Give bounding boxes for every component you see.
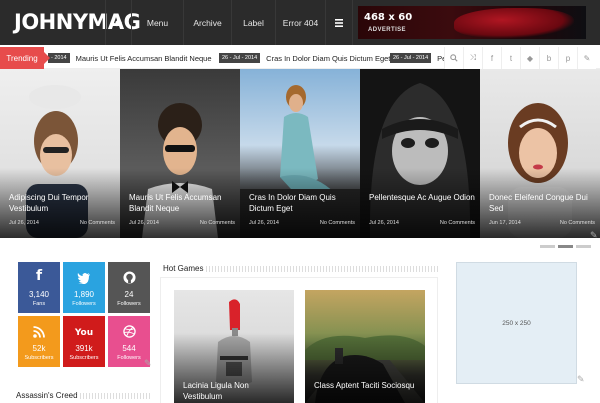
counter-label: Fans bbox=[32, 301, 46, 307]
slide-meta: Jul 26, 2014 No Comments bbox=[369, 220, 475, 226]
slide-meta: Jun 17, 2014 No Comments bbox=[489, 220, 595, 226]
ticker-date: 26 - Jul - 2014 bbox=[390, 53, 432, 63]
ticker-item[interactable]: - 2014 Mauris Ut Felis Accumsan Blandit … bbox=[48, 47, 212, 69]
slide-title[interactable]: Mauris Ut Felis Accumsan Blandit Neque bbox=[129, 192, 235, 214]
title-divider bbox=[206, 266, 438, 272]
edit-icon[interactable]: ✎ bbox=[577, 47, 596, 69]
github-icon bbox=[108, 262, 150, 284]
trending-ticker: - 2014 Mauris Ut Felis Accumsan Blandit … bbox=[0, 47, 600, 69]
slide[interactable]: Adipiscing Dui Tempor Vestibulum Jul 26,… bbox=[0, 69, 120, 238]
slide-date: Jun 17, 2014 bbox=[489, 220, 521, 226]
menu-grid-icon[interactable] bbox=[325, 0, 353, 45]
wrench-icon[interactable]: ✎ bbox=[590, 230, 598, 241]
title-divider bbox=[80, 393, 152, 399]
main-nav: Menu Archive Label Error 404 bbox=[105, 0, 353, 45]
facebook-icon[interactable]: f bbox=[482, 47, 501, 69]
counter-label: Subscribers bbox=[69, 355, 99, 361]
ticker-title: Mauris Ut Felis Accumsan Blandit Neque bbox=[75, 53, 212, 63]
hot-games-title: Hot Games bbox=[163, 264, 204, 273]
sidebar-ad-250[interactable]: 250 x 250 bbox=[456, 262, 577, 384]
hot-game-card[interactable]: Class Aptent Taciti Sociosqu bbox=[305, 290, 425, 403]
slide-comments[interactable]: No Comments bbox=[80, 220, 115, 226]
twitter-icon[interactable]: t bbox=[501, 47, 520, 69]
twitter-icon bbox=[63, 262, 105, 284]
counter-label: Followers bbox=[72, 301, 96, 307]
ticker-item[interactable]: 26 - Jul - 2014 Cras In Dolor Diam Quis … bbox=[219, 47, 390, 69]
page: JOHNYMAG Menu Archive Label Error 404 46… bbox=[0, 0, 600, 403]
ad-size-label: 468 x 60 bbox=[364, 12, 413, 23]
wrench-icon[interactable]: ✎ bbox=[577, 374, 585, 385]
ad-advertise-label: ADVERTISE bbox=[368, 27, 406, 33]
nav-label[interactable]: Label bbox=[231, 0, 275, 45]
slide-title[interactable]: Cras In Dolor Diam Quis Dictum Eget bbox=[249, 192, 355, 214]
slide-meta: Jul 26, 2014 No Comments bbox=[129, 220, 235, 226]
counter-label: Followers bbox=[117, 301, 141, 307]
home-icon[interactable] bbox=[105, 0, 131, 45]
slide-meta: Jul 26, 2014 No Comments bbox=[249, 220, 355, 226]
slide-comments[interactable]: No Comments bbox=[320, 220, 355, 226]
android-icon[interactable]: ◆ bbox=[520, 47, 539, 69]
rss-counter[interactable]: 52k Subscribers bbox=[18, 316, 60, 367]
ticker-toolbar: ⤨ f t ◆ b p ✎ bbox=[444, 47, 596, 69]
assassins-creed-title: Assassin's Creed bbox=[16, 391, 78, 400]
pager-dot[interactable] bbox=[540, 245, 555, 248]
counter-value: 391k bbox=[75, 344, 93, 353]
counter-value: 1,890 bbox=[73, 290, 95, 299]
dribbble-icon bbox=[108, 316, 150, 338]
pinterest-icon[interactable]: p bbox=[558, 47, 577, 69]
slide-date: Jul 26, 2014 bbox=[9, 220, 39, 226]
header-ad-banner[interactable]: 468 x 60 ADVERTISE bbox=[358, 6, 586, 39]
github-counter[interactable]: 24 Followers bbox=[108, 262, 150, 313]
slide[interactable]: Donec Eleifend Congue Dui Sed Jun 17, 20… bbox=[480, 69, 600, 238]
card-title[interactable]: Class Aptent Taciti Sociosqu bbox=[314, 380, 420, 391]
slide-date: Jul 26, 2014 bbox=[369, 220, 399, 226]
facebook-counter[interactable]: f 3,140 Fans bbox=[18, 262, 60, 313]
slide-gradient bbox=[360, 168, 480, 238]
card-title[interactable]: Lacinia Ligula Non Vestibulum bbox=[183, 380, 289, 402]
shuffle-icon[interactable]: ⤨ bbox=[463, 47, 482, 69]
facebook-icon: f bbox=[35, 268, 43, 284]
counter-value: 24 bbox=[124, 290, 134, 299]
counter-label: Subscribers bbox=[24, 355, 54, 361]
slide[interactable]: Mauris Ut Felis Accumsan Blandit Neque J… bbox=[120, 69, 240, 238]
hot-game-card[interactable]: Lacinia Ligula Non Vestibulum bbox=[174, 290, 294, 403]
rss-icon bbox=[18, 316, 60, 338]
youtube-icon: You bbox=[74, 328, 94, 338]
ticker-date: 26 - Jul - 2014 bbox=[219, 53, 261, 63]
car-image bbox=[454, 8, 574, 38]
nav-archive[interactable]: Archive bbox=[183, 0, 231, 45]
slide-comments[interactable]: No Comments bbox=[440, 220, 475, 226]
slide[interactable]: Cras In Dolor Diam Quis Dictum Eget Jul … bbox=[240, 69, 360, 238]
counter-value: 3,140 bbox=[28, 290, 50, 299]
trending-label: Trending bbox=[0, 47, 50, 69]
social-counter-widget: f 3,140 Fans 1,890 Followers 24 Follower… bbox=[18, 262, 150, 367]
twitter-counter[interactable]: 1,890 Followers bbox=[63, 262, 105, 313]
nav-error-404[interactable]: Error 404 bbox=[275, 0, 325, 45]
slide-title[interactable]: Donec Eleifend Congue Dui Sed bbox=[489, 192, 595, 214]
slide-date: Jul 26, 2014 bbox=[249, 220, 279, 226]
slide-date: Jul 26, 2014 bbox=[129, 220, 159, 226]
pager-dot[interactable] bbox=[576, 245, 591, 248]
counter-value: 544 bbox=[122, 344, 136, 353]
slide-meta: Jul 26, 2014 No Comments bbox=[9, 220, 115, 226]
ad-size-label: 250 x 250 bbox=[502, 319, 531, 327]
ticker-date: - 2014 bbox=[48, 53, 70, 63]
search-icon[interactable] bbox=[444, 47, 463, 69]
pager-dot[interactable] bbox=[558, 245, 573, 248]
slide[interactable]: Pellentesque Ac Augue Odion Jul 26, 2014… bbox=[360, 69, 480, 238]
header: JOHNYMAG Menu Archive Label Error 404 46… bbox=[0, 0, 600, 45]
slider-pager bbox=[540, 245, 591, 248]
slide-title[interactable]: Pellentesque Ac Augue Odion bbox=[369, 192, 475, 203]
slide-comments[interactable]: No Comments bbox=[560, 220, 595, 226]
ticker-title: Cras In Dolor Diam Quis Dictum Eget bbox=[266, 53, 391, 63]
counter-value: 52k bbox=[32, 344, 46, 353]
bing-icon[interactable]: b bbox=[539, 47, 558, 69]
featured-slider: Adipiscing Dui Tempor Vestibulum Jul 26,… bbox=[0, 69, 600, 238]
nav-menu[interactable]: Menu bbox=[131, 0, 183, 45]
card-gradient bbox=[305, 333, 425, 403]
wrench-icon[interactable]: ✎ bbox=[144, 358, 152, 369]
youtube-counter[interactable]: You 391k Subscribers bbox=[63, 316, 105, 367]
slide-title[interactable]: Adipiscing Dui Tempor Vestibulum bbox=[9, 192, 115, 214]
slide-comments[interactable]: No Comments bbox=[200, 220, 235, 226]
